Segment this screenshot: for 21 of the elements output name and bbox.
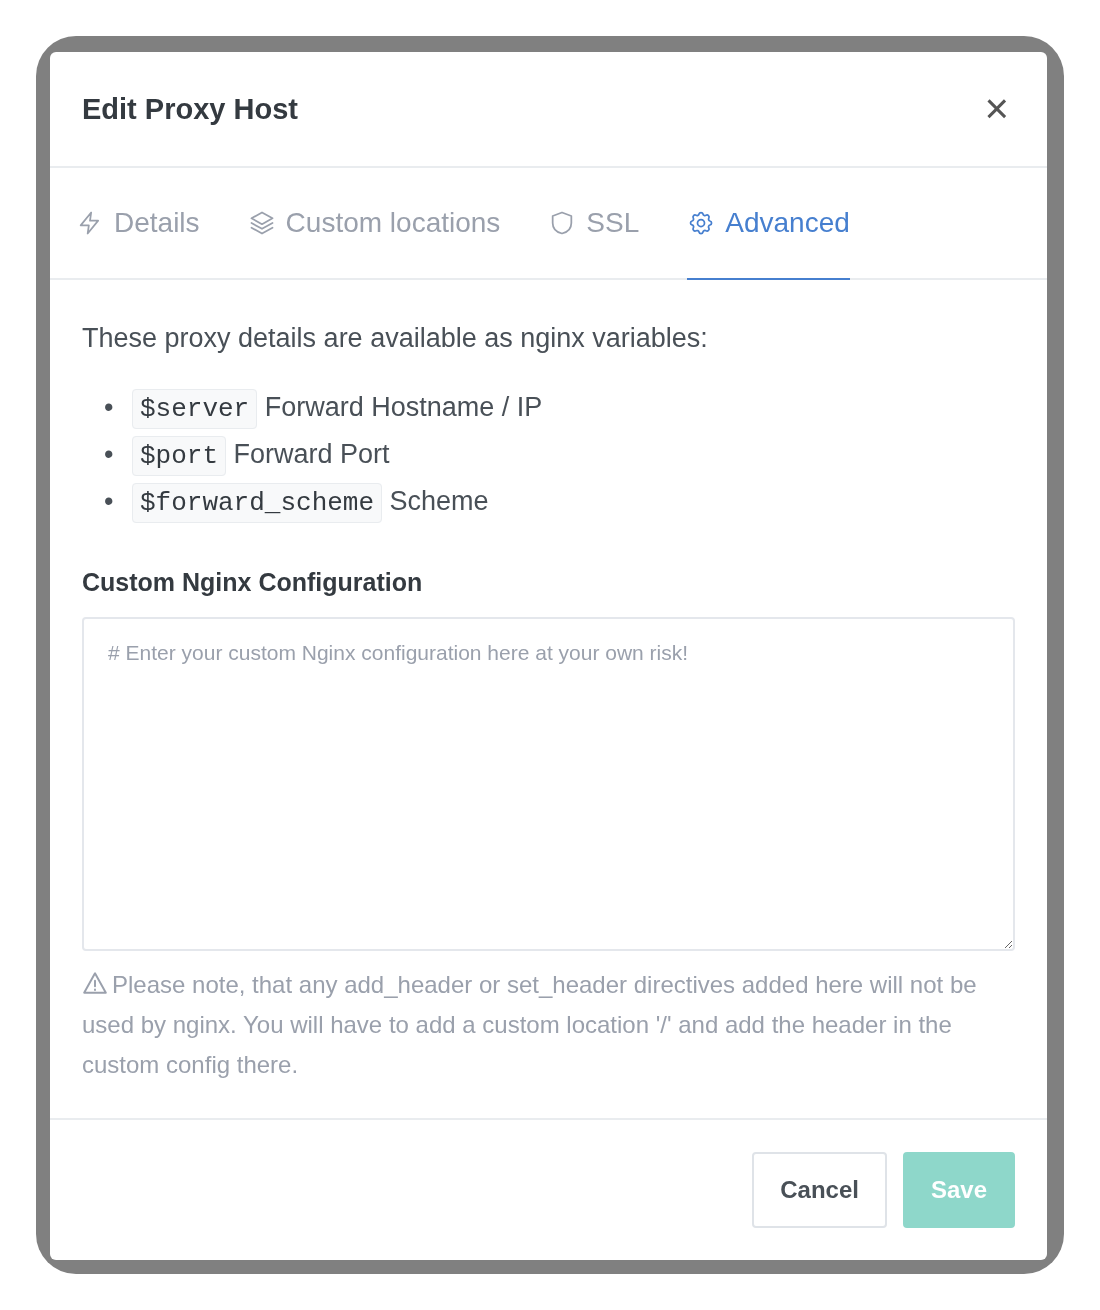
tab[interactable]: SSL [548,168,640,280]
bullet: • [104,484,115,518]
cancel-button[interactable]: Cancel [752,1152,887,1228]
config-textarea[interactable]: # Enter your custom Nginx configuration here at your own risk! [82,617,1015,951]
tab[interactable]: Custom locations [247,168,501,280]
variable-description: Scheme [388,485,489,516]
variable-description: Forward Port [232,438,390,469]
tab[interactable]: Details [76,168,200,280]
variable-code: $port [132,435,226,476]
field-label: Custom Nginx Configuration [82,566,424,598]
variable-description: Forward Hostname / IP [263,391,543,422]
intro-text: These proxy details are available as nginx variables: [82,322,709,355]
warning-icon [82,969,108,996]
variable-code: $server [132,388,258,429]
help-note: Please note, that any add_header or set_header directives added here will not be used by nginx. You will have to add a custom location '/' and add the header in the custom config there. [82,968,978,1080]
bullet: • [104,390,115,424]
dialog-title: Edit Proxy Host [82,91,298,127]
tab[interactable]: Advanced [687,168,850,280]
variable-code: $forward_scheme [132,482,383,523]
bullet: • [104,437,115,471]
close-button[interactable]: × [978,88,1015,130]
